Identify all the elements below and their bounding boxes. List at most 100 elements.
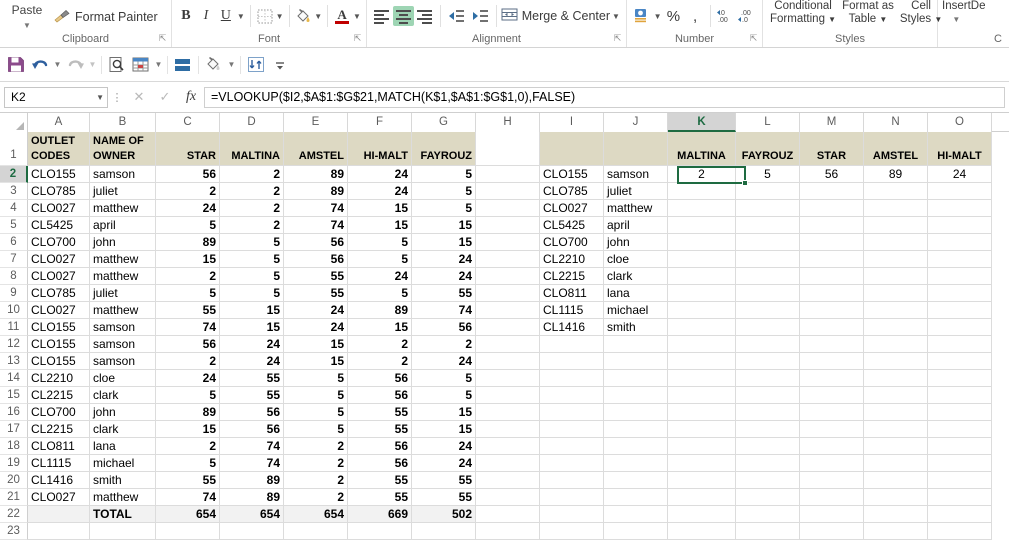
header-cell-E1[interactable]: AMSTEL	[284, 132, 348, 166]
cell-L15[interactable]	[736, 387, 800, 404]
cell-K4[interactable]	[668, 200, 736, 217]
cell-G16[interactable]: 15	[412, 404, 476, 421]
row-header-9[interactable]: 9	[0, 285, 28, 302]
cell-I19[interactable]	[540, 455, 604, 472]
accounting-format-button[interactable]	[631, 4, 653, 28]
cell-A6[interactable]: CLO700	[28, 234, 90, 251]
save-icon[interactable]	[4, 53, 28, 77]
cell-F6[interactable]: 5	[348, 234, 412, 251]
cell-A9[interactable]: CLO785	[28, 285, 90, 302]
cell-F15[interactable]: 56	[348, 387, 412, 404]
cell-N21[interactable]	[864, 489, 928, 506]
cell-C5[interactable]: 5	[156, 217, 220, 234]
cell-J7[interactable]: cloe	[604, 251, 668, 268]
cell-M6[interactable]	[800, 234, 864, 251]
cell-G13[interactable]: 24	[412, 353, 476, 370]
cell-L9[interactable]	[736, 285, 800, 302]
cell-O15[interactable]	[928, 387, 992, 404]
cell-M20[interactable]	[800, 472, 864, 489]
cell-E7[interactable]: 56	[284, 251, 348, 268]
cell-O22[interactable]	[928, 506, 992, 523]
cell-N9[interactable]	[864, 285, 928, 302]
cell-G3[interactable]: 5	[412, 183, 476, 200]
cell-A16[interactable]: CLO700	[28, 404, 90, 421]
cell-A20[interactable]: CL1416	[28, 472, 90, 489]
cell-B18[interactable]: lana	[90, 438, 156, 455]
cell-M3[interactable]	[800, 183, 864, 200]
column-header-G[interactable]: G	[412, 113, 476, 132]
align-left-button[interactable]	[371, 6, 393, 26]
cell-D23[interactable]	[220, 523, 284, 540]
cell-N15[interactable]	[864, 387, 928, 404]
increase-indent-button[interactable]	[468, 4, 492, 28]
cell-D20[interactable]: 89	[220, 472, 284, 489]
redo-chevron-down-icon[interactable]: ▼	[87, 60, 98, 69]
cell-E16[interactable]: 5	[284, 404, 348, 421]
cell-H11[interactable]	[476, 319, 540, 336]
header-cell-M1[interactable]: STAR	[800, 132, 864, 166]
cell-J18[interactable]	[604, 438, 668, 455]
row-header-12[interactable]: 12	[0, 336, 28, 353]
cell-M7[interactable]	[800, 251, 864, 268]
cell-F9[interactable]: 5	[348, 285, 412, 302]
cell-E5[interactable]: 74	[284, 217, 348, 234]
cell-I3[interactable]: CLO785	[540, 183, 604, 200]
cell-K21[interactable]	[668, 489, 736, 506]
cell-J23[interactable]	[604, 523, 668, 540]
header-cell-L1[interactable]: FAYROUZ	[736, 132, 800, 166]
cell-C13[interactable]: 2	[156, 353, 220, 370]
cell-L11[interactable]	[736, 319, 800, 336]
font-color-chevron-down-icon[interactable]: ▼	[352, 12, 362, 21]
cell-J19[interactable]	[604, 455, 668, 472]
cell-M15[interactable]	[800, 387, 864, 404]
cell-E8[interactable]: 55	[284, 268, 348, 285]
cell-H16[interactable]	[476, 404, 540, 421]
undo-icon[interactable]	[28, 53, 52, 77]
undo-chevron-down-icon[interactable]: ▼	[52, 60, 63, 69]
cell-E20[interactable]: 2	[284, 472, 348, 489]
print-preview-icon[interactable]	[105, 53, 129, 77]
cell-F22[interactable]: 669	[348, 506, 412, 523]
cell-N4[interactable]	[864, 200, 928, 217]
cell-L23[interactable]	[736, 523, 800, 540]
column-header-F[interactable]: F	[348, 113, 412, 132]
cell-B3[interactable]: juliet	[90, 183, 156, 200]
cell-E18[interactable]: 2	[284, 438, 348, 455]
row-header-19[interactable]: 19	[0, 455, 28, 472]
cell-L10[interactable]	[736, 302, 800, 319]
cell-H13[interactable]	[476, 353, 540, 370]
cell-O4[interactable]	[928, 200, 992, 217]
cell-M8[interactable]	[800, 268, 864, 285]
cell-F13[interactable]: 2	[348, 353, 412, 370]
header-cell-O1[interactable]: HI-MALT	[928, 132, 992, 166]
cell-A12[interactable]: CLO155	[28, 336, 90, 353]
cell-M18[interactable]	[800, 438, 864, 455]
cell-J10[interactable]: michael	[604, 302, 668, 319]
cell-J14[interactable]	[604, 370, 668, 387]
cell-F11[interactable]: 15	[348, 319, 412, 336]
insert-cells-button[interactable]: Insert ▼	[942, 0, 971, 26]
cell-I17[interactable]	[540, 421, 604, 438]
header-cell-J1[interactable]	[604, 132, 668, 166]
cell-N2[interactable]: 89	[864, 166, 928, 183]
cell-I8[interactable]: CL2215	[540, 268, 604, 285]
cell-E21[interactable]: 2	[284, 489, 348, 506]
cell-C12[interactable]: 56	[156, 336, 220, 353]
cell-F16[interactable]: 55	[348, 404, 412, 421]
increase-decimal-button[interactable]: .0 .00	[715, 4, 737, 28]
cell-F2[interactable]: 24	[348, 166, 412, 183]
cell-C3[interactable]: 2	[156, 183, 220, 200]
cell-E12[interactable]: 15	[284, 336, 348, 353]
row-header-10[interactable]: 10	[0, 302, 28, 319]
cell-L13[interactable]	[736, 353, 800, 370]
row-header-18[interactable]: 18	[0, 438, 28, 455]
decrease-decimal-button[interactable]: .00 .0	[736, 4, 758, 28]
italic-button[interactable]: I	[196, 4, 216, 28]
chevron-down-icon[interactable]: ▼	[23, 21, 31, 30]
cell-L22[interactable]	[736, 506, 800, 523]
cell-F12[interactable]: 2	[348, 336, 412, 353]
percent-style-button[interactable]: %	[663, 4, 685, 28]
cell-L7[interactable]	[736, 251, 800, 268]
header-cell-K1[interactable]: MALTINA	[668, 132, 736, 166]
cell-G21[interactable]: 55	[412, 489, 476, 506]
